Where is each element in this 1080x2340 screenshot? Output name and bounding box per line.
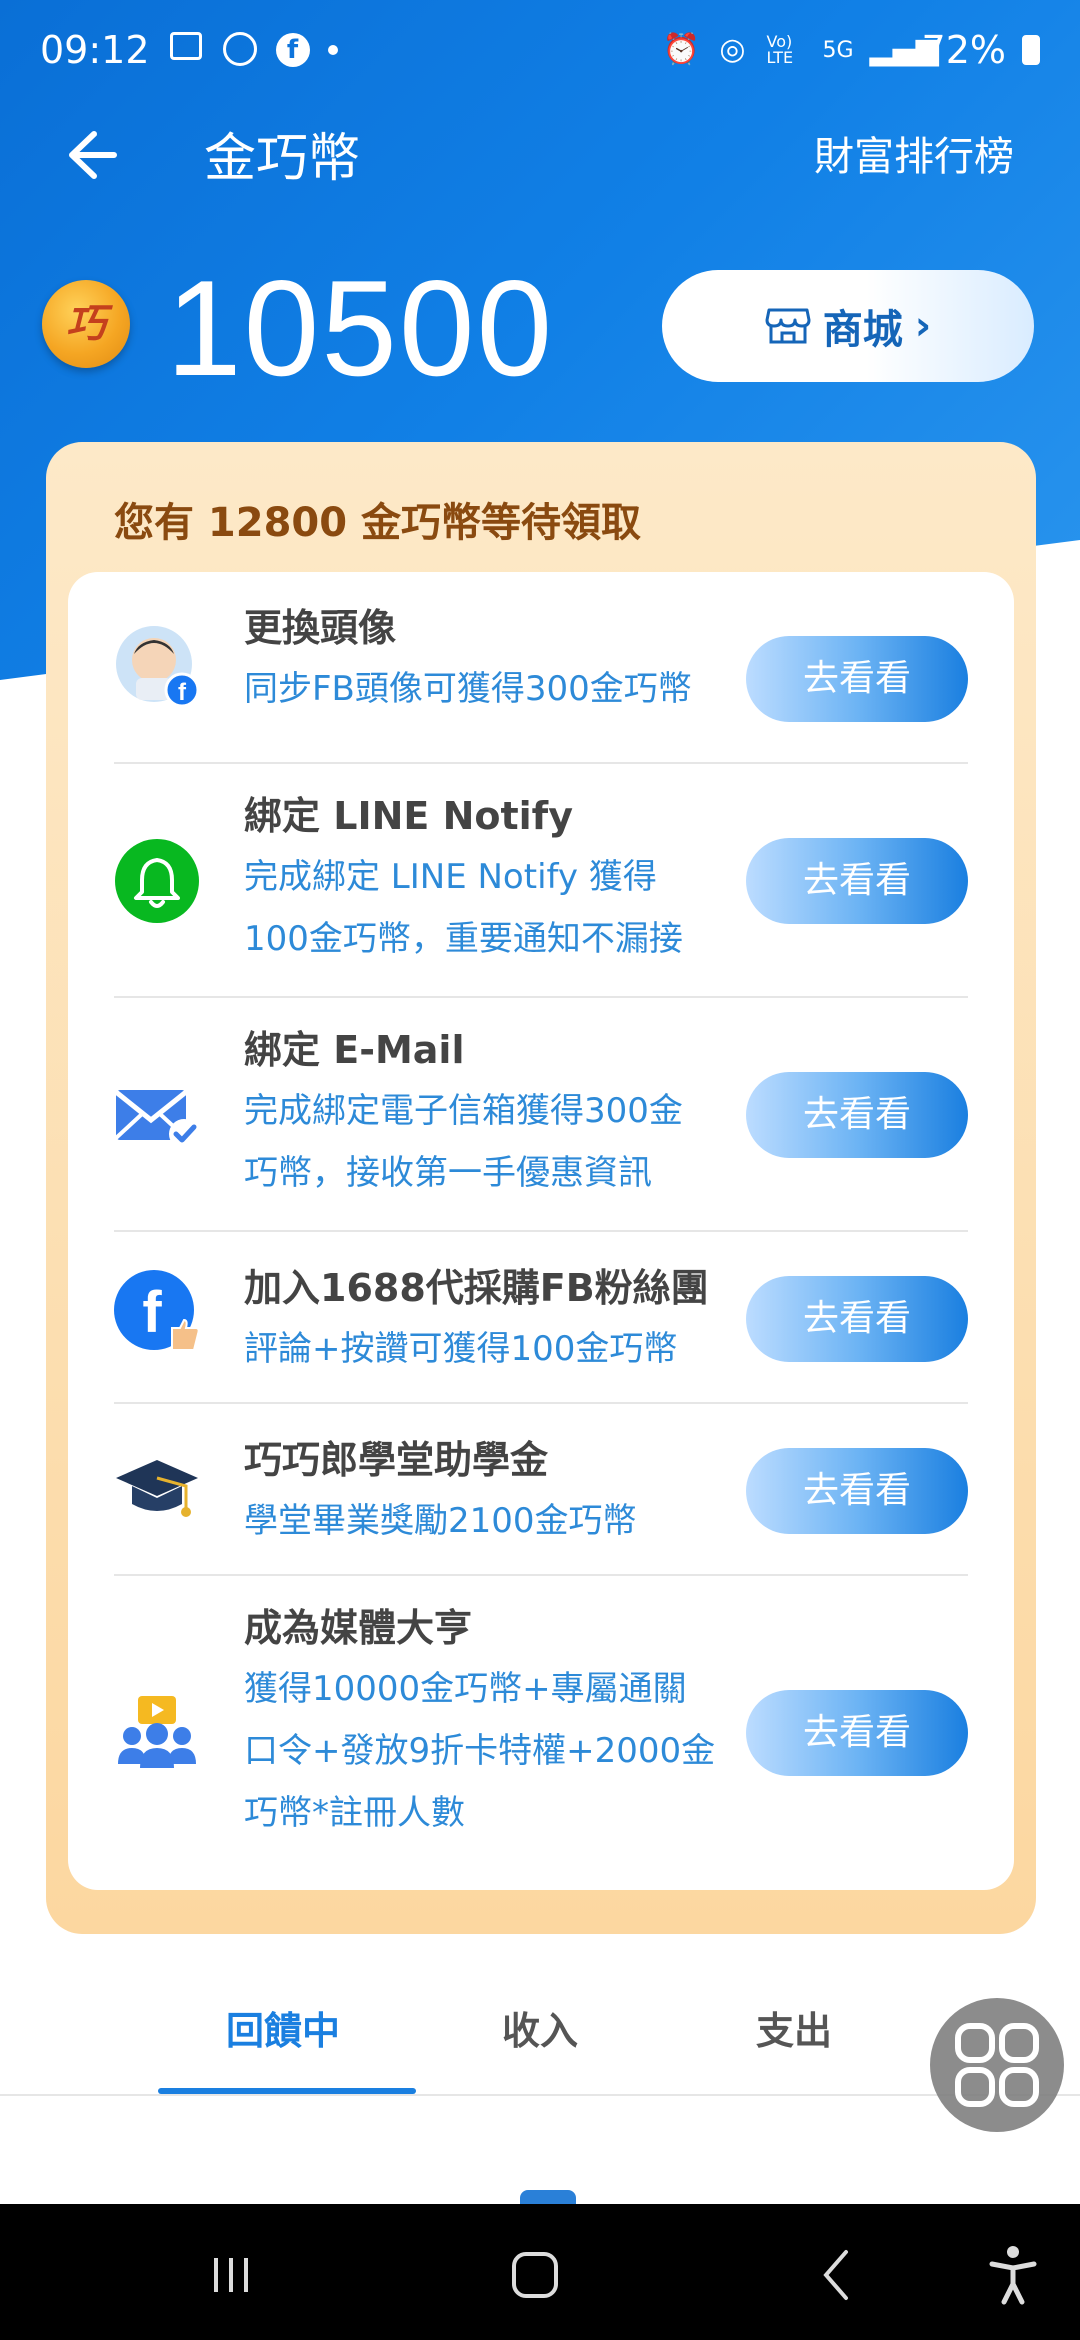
go-see-button[interactable]: 去看看 [746, 1072, 968, 1158]
active-tab-indicator [158, 2088, 416, 2094]
task-item-change-avatar: f 更換頭像 同步FB頭像可獲得300金巧幣 去看看 [114, 572, 968, 764]
go-see-button[interactable]: 去看看 [746, 636, 968, 722]
back-nav-icon[interactable] [802, 2240, 872, 2310]
network-label: 5G [822, 37, 854, 63]
chevron-right-icon: › [914, 303, 932, 349]
status-bar: 09:12 f ⏰ ◎ Vo) LTE 5G ▂▄▆ 72% [0, 0, 1080, 100]
back-arrow-icon[interactable] [50, 120, 120, 190]
signal-icon: ▂▄▆ [869, 32, 939, 67]
store-icon [765, 308, 811, 344]
notification-dot-icon [327, 45, 338, 55]
mall-button[interactable]: 商城 › [662, 270, 1034, 382]
status-time: 09:12 [40, 28, 150, 72]
task-title: 綁定 E-Mail [244, 1028, 465, 1072]
task-title: 巧巧郎學堂助學金 [244, 1438, 549, 1482]
task-item-fb-fanpage: f 加入1688代採購FB粉絲團 評論+按讚可獲得100金巧幣 去看看 [114, 1232, 968, 1404]
task-description: 評論+按讚可獲得100金巧幣 [244, 1329, 678, 1369]
task-title: 綁定 LINE Notify [244, 794, 573, 838]
task-description: 巧幣*註冊人數 [244, 1793, 465, 1833]
gallery-icon [168, 32, 204, 68]
balance-row: 巧 10500 商城 › [0, 250, 1080, 404]
task-item-line-notify: 綁定 LINE Notify 完成綁定 LINE Notify 獲得 100金巧… [114, 764, 968, 998]
coin-balance: 10500 [166, 252, 555, 404]
task-description: 完成綁定電子信箱獲得300金 [244, 1091, 683, 1131]
media-group-icon [118, 1696, 196, 1768]
wealth-ranking-link[interactable]: 財富排行榜 [814, 124, 1014, 182]
battery-percent: 72% [921, 28, 1006, 72]
task-item-email: 綁定 E-Mail 完成綁定電子信箱獲得300金 巧幣，接收第一手優惠資訊 去看… [114, 998, 968, 1232]
partial-content-icon [520, 2190, 576, 2204]
tab-expense[interactable]: 支出 [756, 2000, 832, 2055]
gold-coin-icon: 巧 [42, 280, 130, 368]
task-item-scholarship: 巧巧郎學堂助學金 學堂畢業獎勵2100金巧幣 去看看 [114, 1404, 968, 1576]
task-description: 完成綁定 LINE Notify 獲得 [244, 857, 657, 897]
volte-label: Vo) LTE [766, 32, 794, 67]
svg-text:f: f [178, 679, 187, 706]
pending-rewards-card: 您有 12800 金巧幣等待領取 f 更換頭像 同步FB頭像可獲得300金巧幣 … [46, 442, 1036, 1934]
task-title: 加入1688代採購FB粉絲團 [244, 1266, 709, 1310]
alarm-icon: ⏰ [662, 32, 700, 67]
tab-income[interactable]: 收入 [502, 2000, 578, 2055]
tab-rewarding[interactable]: 回饋中 [226, 2000, 340, 2055]
chat-icon [222, 32, 258, 68]
task-description: 巧幣，接收第一手優惠資訊 [244, 1153, 652, 1193]
history-tabs: 回饋中 收入 支出 [0, 1980, 1080, 2096]
menu-floating-button[interactable] [930, 1998, 1064, 2132]
graduation-cap-icon [116, 1460, 198, 1517]
go-see-button[interactable]: 去看看 [746, 1276, 968, 1362]
recent-apps-icon[interactable] [196, 2240, 266, 2310]
go-see-button[interactable]: 去看看 [746, 1690, 968, 1776]
bell-icon [115, 839, 199, 923]
go-see-button[interactable]: 去看看 [746, 1448, 968, 1534]
task-description: 同步FB頭像可獲得300金巧幣 [244, 669, 692, 709]
grid-menu-icon [955, 2023, 1039, 2107]
facebook-like-icon: f [114, 1270, 200, 1351]
mail-check-icon [114, 1090, 199, 1149]
task-description: 學堂畢業獎勵2100金巧幣 [244, 1501, 637, 1541]
facebook-icon: f [275, 33, 310, 67]
go-see-button[interactable]: 去看看 [746, 838, 968, 924]
task-description: 100金巧幣，重要通知不漏接 [244, 919, 683, 959]
mall-label: 商城 [822, 307, 903, 353]
task-title: 更換頭像 [244, 606, 397, 650]
accessibility-icon[interactable] [978, 2240, 1048, 2310]
page-title: 金巧幣 [204, 129, 361, 189]
battery-icon [1022, 35, 1040, 65]
task-list: f 更換頭像 同步FB頭像可獲得300金巧幣 去看看 綁定 LINE Notif… [68, 572, 1014, 1890]
top-app-bar: 金巧幣 財富排行榜 [0, 100, 1080, 210]
system-nav-bar [0, 2204, 1080, 2340]
home-icon[interactable] [500, 2240, 570, 2310]
svg-text:f: f [142, 1280, 162, 1345]
task-title: 成為媒體大亨 [244, 1606, 473, 1650]
avatar-facebook-icon: f [116, 626, 200, 708]
hotspot-icon: ◎ [719, 32, 746, 67]
task-description: 口令+發放9折卡特權+2000金 [244, 1731, 716, 1771]
task-description: 獲得10000金巧幣+專屬通關 [244, 1669, 687, 1709]
pending-rewards-title: 您有 12800 金巧幣等待領取 [114, 500, 642, 546]
task-item-media-tycoon: 成為媒體大亨 獲得10000金巧幣+專屬通關 口令+發放9折卡特權+2000金 … [114, 1576, 968, 1890]
